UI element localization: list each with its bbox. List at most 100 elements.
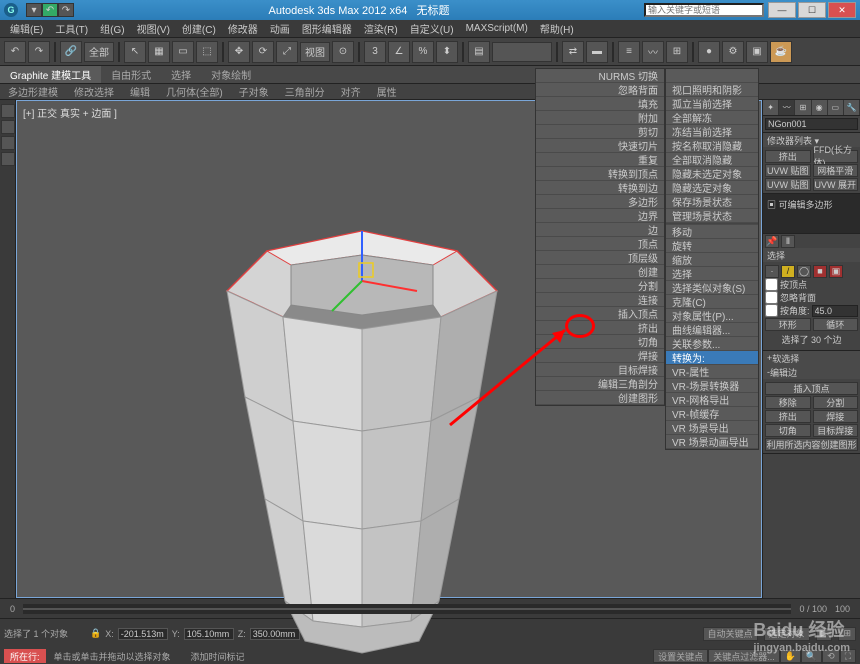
ribbon-sub[interactable]: 三角剖分 bbox=[277, 84, 333, 99]
ctx-sub-item[interactable]: VR 场景导出 bbox=[666, 421, 758, 435]
ctx-item[interactable]: 填充 bbox=[536, 97, 664, 111]
schematic-icon[interactable]: ⊞ bbox=[666, 41, 688, 63]
ctx-sub-item[interactable]: VR-场景转换器 bbox=[666, 379, 758, 393]
snap-icon[interactable]: 3 bbox=[364, 41, 386, 63]
ctx-sub-item[interactable]: 按名称取消隐藏 bbox=[666, 139, 758, 153]
border-subobj[interactable]: ◯ bbox=[797, 265, 811, 278]
render-setup-icon[interactable]: ⚙ bbox=[722, 41, 744, 63]
ctx-sub-item[interactable]: 对象属性(P)... bbox=[666, 309, 758, 323]
menu-工具(T)[interactable]: 工具(T) bbox=[49, 21, 94, 36]
ctx-sub-item[interactable]: 选择类似对象(S) bbox=[666, 281, 758, 295]
ctx-sub-item[interactable]: 管理场景状态 bbox=[666, 209, 758, 223]
btn-meshsmooth[interactable]: 网格平滑 bbox=[813, 164, 859, 177]
scale-icon[interactable]: ⤢ bbox=[276, 41, 298, 63]
lt-2[interactable] bbox=[1, 120, 15, 134]
ctx-sub-item[interactable]: 关联参数... bbox=[666, 337, 758, 351]
play-icon[interactable]: ▶ bbox=[816, 627, 833, 641]
ctx-item[interactable]: 创建 bbox=[536, 265, 664, 279]
modifier-stack-item[interactable]: 可编辑多边形 bbox=[779, 200, 833, 210]
ctx-item[interactable]: 插入顶点 bbox=[536, 307, 664, 321]
close-button[interactable]: ✕ bbox=[828, 2, 856, 18]
ctx-item[interactable]: 挤出 bbox=[536, 321, 664, 335]
rect-select-icon[interactable]: ▭ bbox=[172, 41, 194, 63]
show-end-icon[interactable]: Ⅱ bbox=[781, 235, 795, 248]
ribbon-tab[interactable]: 自由形式 bbox=[101, 66, 161, 83]
menu-MAXScript(M)[interactable]: MAXScript(M) bbox=[460, 23, 534, 34]
object-name-input[interactable] bbox=[765, 118, 858, 130]
insert-vertex-btn[interactable]: 插入顶点 bbox=[765, 382, 858, 395]
ctx-item[interactable]: 顶点 bbox=[536, 237, 664, 251]
spinner-snap-icon[interactable]: ⬍ bbox=[436, 41, 458, 63]
btn-extrude[interactable]: 挤出 bbox=[765, 150, 811, 163]
ctx-item[interactable]: 创建图形 bbox=[536, 391, 664, 405]
edge-subobj[interactable]: / bbox=[781, 265, 795, 278]
ctx-sub-item[interactable]: 冻结当前选择 bbox=[666, 125, 758, 139]
ribbon-tab[interactable]: 选择 bbox=[161, 66, 201, 83]
ctx-item[interactable]: 目标焊接 bbox=[536, 363, 664, 377]
ignore-backfacing-check[interactable] bbox=[765, 291, 778, 304]
selection-filter[interactable]: 全部 bbox=[84, 42, 114, 62]
viewport-label[interactable]: [+] 正交 真实 + 边面 ] bbox=[23, 105, 117, 120]
undo-icon[interactable]: ↶ bbox=[4, 41, 26, 63]
key-filters-btn[interactable]: 关键点过滤器... bbox=[708, 649, 780, 663]
percent-snap-icon[interactable]: % bbox=[412, 41, 434, 63]
named-sel-icon[interactable]: ▤ bbox=[468, 41, 490, 63]
menu-创建(C)[interactable]: 创建(C) bbox=[176, 21, 222, 36]
ribbon-sub[interactable]: 几何体(全部) bbox=[158, 84, 231, 99]
ctx-sub-item[interactable]: 转换为: bbox=[666, 351, 758, 365]
nav-max-icon[interactable]: ⛶ bbox=[840, 649, 856, 663]
ctx-sub-item[interactable]: 全部取消隐藏 bbox=[666, 153, 758, 167]
ctx-sub-item[interactable]: 隐藏选定对象 bbox=[666, 181, 758, 195]
lt-1[interactable] bbox=[1, 104, 15, 118]
lt-3[interactable] bbox=[1, 136, 15, 150]
nav-zoom-icon[interactable]: 🔍 bbox=[801, 649, 822, 663]
btn-uvw2[interactable]: UVW 贴图 bbox=[765, 178, 811, 191]
ctx-item[interactable]: 编辑三角剖分 bbox=[536, 377, 664, 391]
target-weld-btn[interactable]: 目标焊接 bbox=[813, 424, 859, 437]
edit-edges-rollout[interactable]: - 编辑边 bbox=[763, 365, 860, 379]
ctx-sub-item[interactable]: 隐藏未选定对象 bbox=[666, 167, 758, 181]
nav-orbit-icon[interactable]: ⟲ bbox=[822, 649, 840, 663]
ctx-sub-item[interactable]: 移动 bbox=[666, 225, 758, 239]
help-search[interactable] bbox=[644, 3, 764, 17]
ctx-item[interactable]: 多边形 bbox=[536, 195, 664, 209]
nav-pan-icon[interactable]: ✋ bbox=[780, 649, 801, 663]
time-slider[interactable] bbox=[23, 604, 791, 614]
select-icon[interactable]: ↖ bbox=[124, 41, 146, 63]
ctx-item[interactable]: 转换到顶点 bbox=[536, 167, 664, 181]
angle-input[interactable] bbox=[812, 305, 858, 317]
link-icon[interactable]: 🔗 bbox=[60, 41, 82, 63]
menu-动画[interactable]: 动画 bbox=[264, 21, 296, 36]
ctx-item[interactable]: NURMS 切换 bbox=[536, 69, 664, 83]
modify-tab[interactable]: 〰 bbox=[779, 100, 795, 115]
ctx-sub-item[interactable]: 旋转 bbox=[666, 239, 758, 253]
ref-coord[interactable]: 视图 bbox=[300, 42, 330, 62]
ring-btn[interactable]: 环形 bbox=[765, 318, 811, 331]
ribbon-tab[interactable]: Graphite 建模工具 bbox=[0, 66, 101, 83]
select-name-icon[interactable]: ▦ bbox=[148, 41, 170, 63]
render-frame-icon[interactable]: ▣ bbox=[746, 41, 768, 63]
ctx-sub-item[interactable]: VR 场景动画导出 bbox=[666, 435, 758, 449]
ctx-item[interactable]: 顶层级 bbox=[536, 251, 664, 265]
display-tab[interactable]: ▭ bbox=[828, 100, 844, 115]
window-crossing-icon[interactable]: ⬚ bbox=[196, 41, 218, 63]
ctx-item[interactable]: 转换到边 bbox=[536, 181, 664, 195]
rotate-icon[interactable]: ⟳ bbox=[252, 41, 274, 63]
material-icon[interactable]: ● bbox=[698, 41, 720, 63]
pivot-icon[interactable]: ⊙ bbox=[332, 41, 354, 63]
ribbon-sub[interactable]: 编辑 bbox=[122, 84, 158, 99]
ribbon-sub[interactable]: 多边形建模 bbox=[0, 84, 66, 99]
ribbon-sub[interactable]: 修改选择 bbox=[66, 84, 122, 99]
ctx-sub-item[interactable]: VR-帧缓存 bbox=[666, 407, 758, 421]
soft-selection-rollout[interactable]: + 软选择 bbox=[763, 351, 860, 365]
ctx-sub-item[interactable] bbox=[666, 69, 758, 83]
ribbon-sub[interactable]: 属性 bbox=[369, 84, 405, 99]
btn-unwrap[interactable]: UVW 展开 bbox=[813, 178, 859, 191]
menu-帮助(H)[interactable]: 帮助(H) bbox=[534, 21, 580, 36]
named-selection-set[interactable] bbox=[492, 42, 552, 62]
minimize-button[interactable]: — bbox=[768, 2, 796, 18]
extrude-btn[interactable]: 挤出 bbox=[765, 410, 811, 423]
by-angle-check[interactable] bbox=[765, 304, 778, 317]
ctx-sub-item[interactable]: 曲线编辑器... bbox=[666, 323, 758, 337]
ctx-sub-item[interactable]: 缩放 bbox=[666, 253, 758, 267]
